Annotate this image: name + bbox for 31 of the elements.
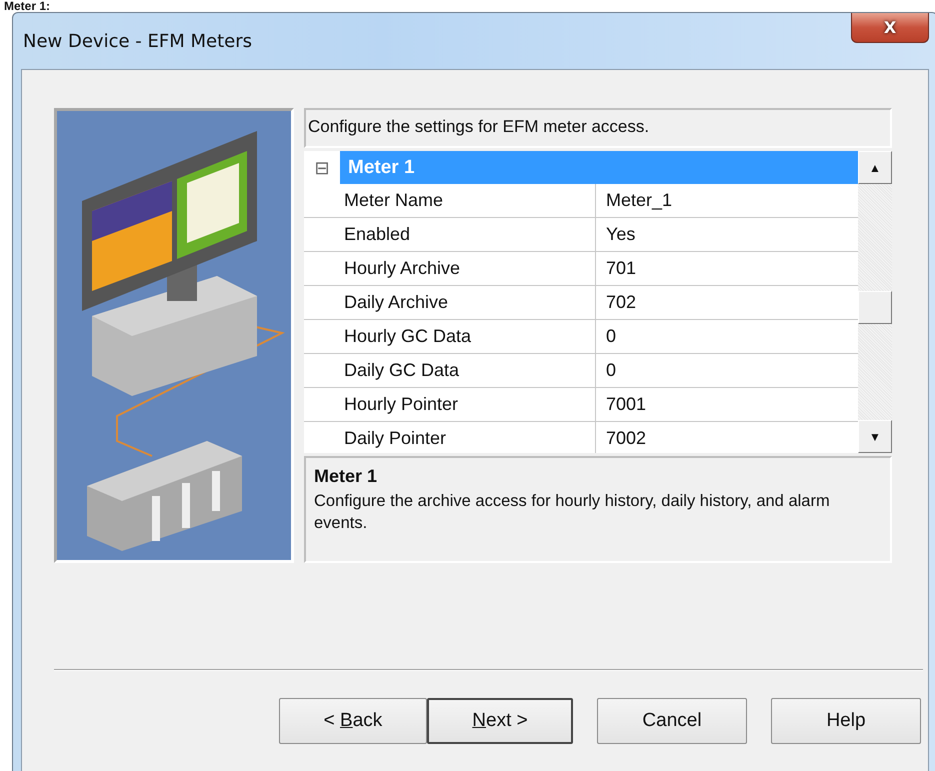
property-name[interactable]: Daily Pointer [304, 422, 596, 453]
property-value[interactable]: Meter_1 [596, 184, 856, 217]
property-name[interactable]: Hourly GC Data [304, 320, 596, 353]
help-button[interactable]: Help [771, 698, 921, 744]
property-value[interactable]: 701 [596, 252, 856, 285]
scroll-up-button[interactable]: ▲ [858, 151, 892, 184]
property-name[interactable]: Meter Name [304, 184, 596, 217]
window-title: New Device - EFM Meters [22, 30, 252, 52]
help-text: Configure the archive access for hourly history, daily history, and alarm events. [314, 491, 831, 534]
cancel-button[interactable]: Cancel [597, 698, 747, 744]
property-name[interactable]: Daily Archive [304, 286, 596, 319]
property-value[interactable]: 702 [596, 286, 856, 319]
property-value[interactable]: Yes [596, 218, 856, 251]
scroll-thumb[interactable] [858, 291, 892, 324]
close-button[interactable]: X [851, 13, 929, 43]
property-value[interactable]: 7001 [596, 388, 856, 421]
property-name[interactable]: Hourly Archive [304, 252, 596, 285]
scroll-down-button[interactable]: ▼ [858, 420, 892, 453]
help-title: Meter 1 [314, 466, 378, 487]
property-name[interactable]: Daily GC Data [304, 354, 596, 387]
property-value[interactable]: 0 [596, 320, 856, 353]
property-name[interactable]: Hourly Pointer [304, 388, 596, 421]
collapse-toggle[interactable]: ⊟ [314, 158, 330, 176]
property-value[interactable]: 7002 [596, 422, 856, 453]
property-value[interactable]: 0 [596, 354, 856, 387]
property-name[interactable]: Enabled [304, 218, 596, 251]
back-button[interactable]: < Back [279, 698, 427, 744]
next-button[interactable]: Next > [427, 698, 573, 744]
scrollbar[interactable]: ▲ ▼ [858, 151, 892, 453]
page-heading: Meter 1: [3, 0, 52, 12]
description-text: Configure the settings for EFM meter access. [304, 108, 892, 148]
